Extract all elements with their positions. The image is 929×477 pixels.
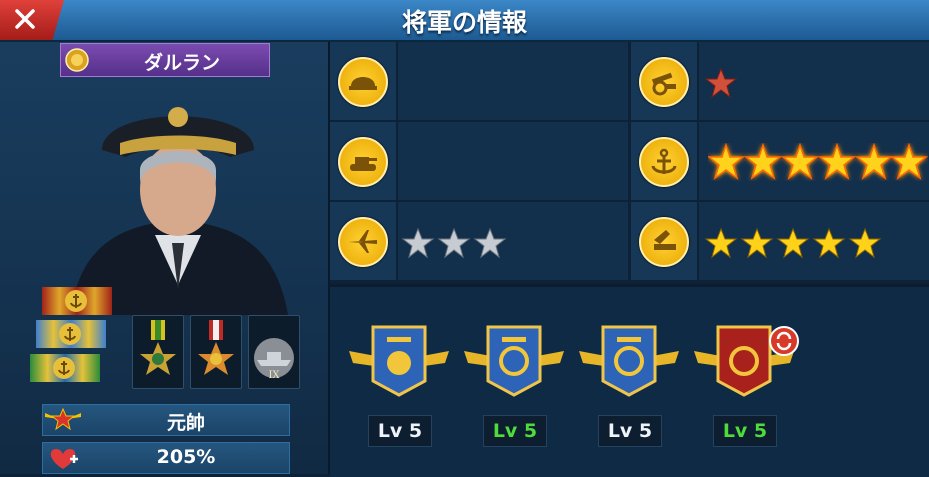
gold-star-icon (812, 227, 846, 259)
window-title: 将軍の情報 (401, 8, 527, 37)
artillery-branch-button[interactable] (639, 57, 689, 107)
ribbon-3 (30, 354, 100, 382)
bonus-text: 205% (156, 446, 216, 468)
red-star-icon (704, 67, 738, 99)
navy-stars (706, 142, 929, 185)
troops-skill-badge[interactable] (349, 325, 449, 397)
health-heart-icon (50, 449, 78, 469)
airplane-icon (349, 230, 377, 253)
silver-star-icon (473, 227, 507, 259)
gold-star-icon (740, 227, 774, 259)
artillery-stars (704, 67, 738, 102)
troops-skill-icon (387, 351, 411, 375)
air-stars (401, 227, 512, 264)
green-star-medal-icon (140, 320, 176, 375)
general-portrait (70, 107, 288, 315)
silver-stars-row (401, 227, 507, 259)
refresh-icon (769, 326, 799, 356)
gold-star-icon (776, 227, 810, 259)
infantry-branch-button[interactable] (338, 57, 388, 107)
rank-row: 元帥 (42, 404, 290, 436)
missile-stars (704, 227, 885, 264)
glowing-stars-row (706, 142, 929, 180)
silver-star-icon (401, 227, 435, 259)
artillery-cannon-icon (651, 72, 676, 96)
tank-skill-badge[interactable] (694, 325, 802, 397)
anchor-icon (65, 290, 87, 312)
gold-star-icon (706, 142, 746, 180)
general-name-banner: ダルラン (60, 43, 270, 77)
general-name: ダルラン (143, 52, 220, 74)
skill-level-2: Lv 5 (483, 415, 547, 447)
red-star-medal-icon (198, 320, 234, 375)
silver-star-icon (437, 227, 471, 259)
gold-stars-row (704, 227, 882, 259)
medal-slot-2[interactable] (190, 315, 242, 389)
gold-star-icon (743, 142, 783, 180)
ship-wheel-skill-badge[interactable] (464, 325, 564, 397)
gold-star-icon (889, 142, 929, 180)
skill-level-1: Lv 5 (368, 415, 432, 447)
medal-slot-1[interactable] (132, 315, 184, 389)
skill-level-4: Lv 5 (713, 415, 777, 447)
ship-skill-badge[interactable] (579, 325, 679, 397)
rank-medal-icon (65, 48, 89, 72)
anchor-icon (59, 323, 81, 345)
gold-star-icon (780, 142, 820, 180)
tank-branch-button[interactable] (338, 137, 388, 187)
rank-text: 元帥 (166, 412, 205, 434)
anchor-icon (53, 357, 75, 379)
navy-branch-button[interactable] (639, 137, 689, 187)
rank-wings-icon (45, 407, 81, 431)
air-branch-button[interactable] (338, 217, 388, 267)
branch-stars-tank (398, 122, 628, 200)
gold-star-icon (848, 227, 882, 259)
navy-anchor-icon (651, 148, 677, 174)
ribbon-1 (42, 287, 112, 315)
infantry-helmet-icon (349, 77, 377, 90)
bonus-row: 205% (42, 442, 290, 474)
missile-branch-button[interactable] (639, 217, 689, 267)
missile-icon (654, 230, 676, 250)
svg-text:IX: IX (268, 370, 280, 381)
ribbon-2 (36, 320, 106, 348)
skill-level-3: Lv 5 (598, 415, 662, 447)
branch-stars-infantry (398, 42, 628, 120)
gold-star-icon (817, 142, 857, 180)
gold-star-icon (854, 142, 894, 180)
medal-slot-3[interactable]: IX (248, 315, 300, 389)
tank-icon (350, 157, 377, 171)
gold-star-icon (704, 227, 738, 259)
battleship-emblem-icon: IX (254, 338, 294, 381)
